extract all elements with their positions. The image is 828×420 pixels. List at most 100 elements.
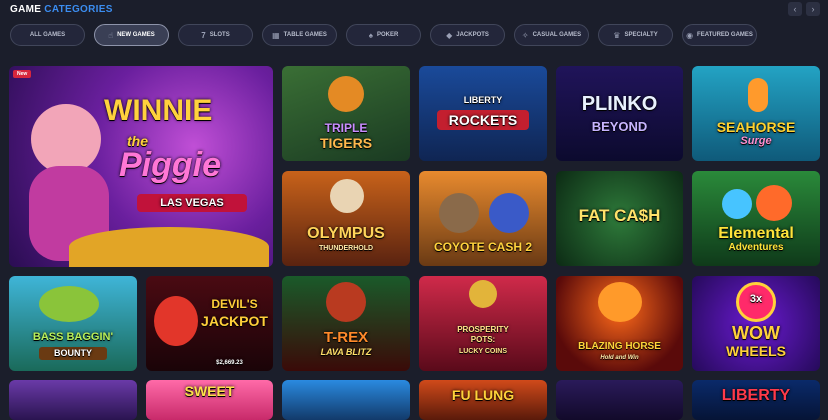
game-tile-seahorse-surge[interactable]: SEAHORSE Surge (692, 66, 820, 161)
category-tabs: ALL GAMES ☝ NEW GAMES 7 SLOTS ▦ TABLE GAMES… (10, 24, 757, 46)
section-title-highlight: CATEGORIES (44, 4, 113, 15)
game-tile-olympus-thunderhold[interactable]: OLYMPUS THUNDERHOLD (282, 171, 410, 266)
section-title: GAME CATEGORIES (10, 4, 113, 15)
sheriff-icon (489, 193, 529, 233)
horse-icon (598, 282, 642, 322)
game-tile-liberty-rockets[interactable]: LIBERTY ROCKETS (419, 66, 547, 161)
tab-new-games[interactable]: ☝ NEW GAMES (94, 24, 169, 46)
coyote-icon (439, 193, 479, 233)
game-title: Piggie (119, 146, 222, 184)
game-tile-winnie-the-piggie[interactable]: New WINNIE the Piggie LAS VEGAS (9, 66, 273, 267)
tab-label: JACKPOTS (456, 32, 489, 38)
game-title: SEAHORSE (716, 119, 796, 135)
zeus-icon (330, 179, 364, 213)
game-title: FAT CA$H (578, 206, 661, 225)
game-tile-partial[interactable] (556, 380, 683, 420)
game-title: WOW (732, 323, 780, 343)
fish-icon (39, 286, 99, 322)
jackpot-amount: $2,669.23 (216, 360, 243, 366)
game-title: WHEELS (726, 343, 786, 359)
tab-label: POKER (376, 32, 399, 38)
hand-icon: ☝ (108, 30, 114, 40)
game-title: JACKPOT (201, 313, 268, 329)
game-tile-bass-baggin-bounty[interactable]: BASS BAGGIN' BOUNTY (9, 276, 137, 371)
game-tile-partial[interactable]: FU LUNG (419, 380, 547, 420)
table-icon: ▦ (272, 30, 280, 40)
tab-label: SPECIALTY (624, 32, 658, 38)
prev-arrow-icon[interactable]: ‹ (788, 2, 802, 16)
game-title: THUNDERHOLD (318, 245, 374, 252)
game-tile-partial[interactable] (282, 380, 410, 420)
game-title: LUCKY COINS (458, 348, 508, 355)
tab-all-games[interactable]: ALL GAMES (10, 24, 85, 46)
game-tile-coyote-cash-2[interactable]: COYOTE CASH 2 (419, 171, 547, 266)
next-arrow-icon[interactable]: › (806, 2, 820, 16)
game-tile-partial[interactable]: LIBERTY (692, 380, 820, 420)
tab-casual-games[interactable]: ✧ CASUAL GAMES (514, 24, 589, 46)
idol-icon (469, 280, 497, 308)
featured-icon: ◉ (686, 30, 694, 40)
game-title: 3x (749, 293, 763, 305)
section-title-main: GAME (10, 4, 42, 15)
game-tile-devils-jackpot[interactable]: DEVIL'S JACKPOT $2,669.23 (146, 276, 273, 371)
game-title: Elemental (718, 225, 794, 242)
game-tile-prosperity-pots[interactable]: PROSPERITY POTS: LUCKY COINS (419, 276, 547, 371)
game-title: Hold and Win (600, 355, 639, 361)
game-title: TRIPLE (324, 121, 368, 135)
game-title: SWEET (184, 383, 235, 399)
sparkle-icon: ✧ (521, 30, 529, 40)
new-badge: New (13, 70, 32, 78)
game-tile-fat-cash[interactable]: FAT CA$H (556, 171, 683, 266)
tab-label: FEATURED GAMES (697, 32, 753, 38)
game-title: COYOTE CASH 2 (433, 240, 532, 254)
game-tile-blazing-horse[interactable]: BLAZING HORSE Hold and Win (556, 276, 683, 371)
dinosaur-icon (326, 282, 366, 322)
game-tile-partial[interactable] (9, 380, 137, 420)
game-title: LAVA BLITZ (320, 347, 372, 357)
game-title: FU LUNG (451, 387, 515, 403)
tab-label: TABLE GAMES (283, 32, 327, 38)
tab-label: CASUAL GAMES (532, 32, 582, 38)
devil-icon (154, 296, 198, 346)
carousel-nav: ‹ › (788, 2, 820, 16)
game-title: BLAZING HORSE (578, 341, 661, 352)
seahorse-icon (748, 78, 768, 112)
game-tile-t-rex-lava-blitz[interactable]: T-REX LAVA BLITZ (282, 276, 410, 371)
game-title: LIBERTY (463, 95, 503, 105)
game-subtitle: LAS VEGAS (137, 194, 247, 212)
pig-mascot (31, 104, 101, 174)
coin-pile (69, 227, 269, 267)
game-title: TIGERS (319, 135, 373, 151)
tiger-icon (328, 76, 364, 112)
tab-slots[interactable]: 7 SLOTS (178, 24, 253, 46)
tab-label: SLOTS (209, 32, 230, 38)
game-title: DEVIL'S (211, 297, 258, 311)
game-title: ROCKETS (437, 110, 529, 130)
game-title: Adventures (728, 242, 784, 253)
game-tile-plinko-beyond[interactable]: PLINKO BEYOND (556, 66, 683, 161)
game-title: BASS BAGGIN' (32, 331, 114, 343)
tab-specialty[interactable]: ♛ SPECIALTY (598, 24, 673, 46)
tab-table-games[interactable]: ▦ TABLE GAMES (262, 24, 337, 46)
game-title: T-REX (323, 329, 369, 346)
water-spirit-icon (722, 189, 752, 219)
game-tile-partial[interactable]: SWEET (146, 380, 273, 420)
tab-jackpots[interactable]: ◆ JACKPOTS (430, 24, 505, 46)
game-tile-triple-tigers[interactable]: TRIPLE TIGERS (282, 66, 410, 161)
fire-spirit-icon (756, 185, 792, 221)
game-tile-elemental-adventures[interactable]: Elemental Adventures (692, 171, 820, 266)
tab-poker[interactable]: ♠ POKER (346, 24, 421, 46)
game-title: OLYMPUS (307, 225, 385, 242)
game-tile-3x-wow-wheels[interactable]: 3x WOW WHEELS (692, 276, 820, 371)
crown-icon: ♛ (613, 30, 621, 40)
game-title: BOUNTY (39, 347, 107, 360)
game-title: Surge (740, 135, 772, 147)
seven-icon: 7 (201, 30, 206, 40)
game-title: PROSPERITY (457, 325, 509, 334)
tab-label: ALL GAMES (29, 32, 66, 38)
cards-icon: ♠ (368, 30, 373, 40)
tab-label: NEW GAMES (117, 32, 155, 38)
tab-featured-games[interactable]: ◉ FEATURED GAMES (682, 24, 757, 46)
game-title: WINNIE (104, 94, 213, 127)
game-title: POTS: (470, 335, 496, 344)
